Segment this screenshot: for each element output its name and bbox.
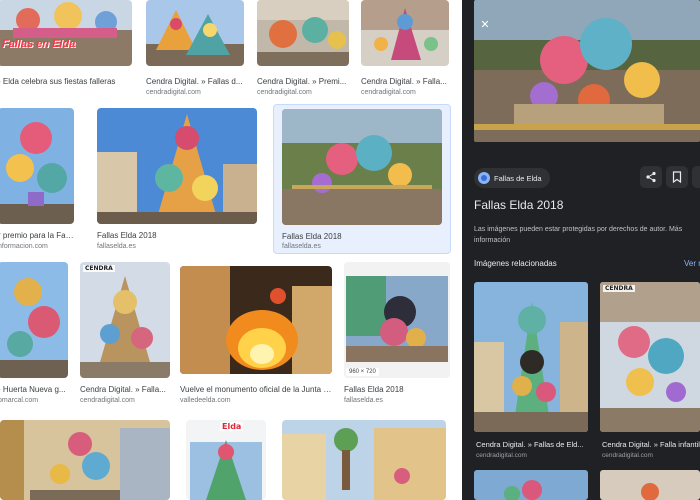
see-more-link[interactable]: Ver m — [684, 259, 700, 268]
image-search-page: Fallas en Elda - Elda celebra sus fiesta… — [0, 0, 700, 500]
result-caption[interactable]: Fallas Elda 2018 — [282, 231, 450, 242]
result-thumbnail[interactable] — [146, 0, 244, 66]
result-thumbnail[interactable] — [257, 0, 349, 66]
result-thumbnail[interactable] — [97, 108, 257, 224]
result-card-selected[interactable]: Fallas Elda 2018 fallaselda.es — [273, 104, 451, 254]
site-favicon-icon — [478, 172, 490, 184]
result-caption[interactable]: Cendra Digital. » Fallas d... — [146, 76, 244, 87]
source-site-chip[interactable]: Fallas de Elda — [474, 168, 550, 188]
image-size-badge: 960 × 720 — [346, 368, 379, 376]
more-options-icon[interactable] — [692, 166, 700, 188]
related-image-card[interactable] — [474, 470, 588, 500]
result-thumbnail[interactable] — [282, 109, 442, 225]
result-thumbnail[interactable] — [0, 108, 74, 224]
preview-image[interactable] — [474, 0, 700, 142]
result-card[interactable]: CENDRA Cendra Digital. » Falla... cendra… — [80, 262, 170, 404]
result-caption[interactable]: Vuelve el monumento oficial de la Junta … — [180, 384, 332, 395]
results-grid: Fallas en Elda - Elda celebra sus fiesta… — [0, 0, 462, 500]
result-card[interactable] — [0, 420, 170, 500]
result-caption[interactable]: Cendra Digital. » Falla... — [361, 76, 449, 87]
related-thumbnail[interactable] — [600, 470, 700, 500]
result-source[interactable]: valledeelda.com — [180, 396, 332, 406]
related-image-card[interactable]: Cendra Digital. » Fallas de Eld... cendr… — [474, 282, 588, 462]
preview-title[interactable]: Fallas Elda 2018 — [474, 198, 563, 212]
result-card[interactable]: Fallas Elda 2018 fallaselda.es — [97, 108, 257, 250]
result-card[interactable]: Fallas en Elda - Elda celebra sus fiesta… — [0, 0, 132, 98]
related-source[interactable]: cendradigital.com — [602, 452, 653, 459]
overlay-brand: Elda — [220, 422, 244, 431]
result-card[interactable]: Vuelve el monumento oficial de la Junta … — [180, 266, 332, 408]
result-source[interactable]: fallaselda.es — [282, 242, 450, 252]
result-source[interactable]: cendradigital.com — [146, 88, 244, 98]
result-source[interactable]: cendradigital.com — [257, 88, 349, 98]
result-card[interactable]: - Huerta Nueva g... omarcal.com — [0, 262, 68, 404]
result-caption[interactable]: Cendra Digital. » Falla... — [80, 384, 170, 395]
source-site-name: Fallas de Elda — [494, 173, 542, 183]
result-card[interactable]: r premio para la Fall... nformacion.com — [0, 108, 74, 250]
result-card[interactable]: Elda — [186, 420, 266, 500]
related-source[interactable]: cendradigital.com — [476, 452, 527, 459]
related-image-card[interactable] — [600, 470, 700, 500]
close-icon[interactable]: ✕ — [478, 18, 492, 32]
share-icon[interactable] — [640, 166, 662, 188]
result-card[interactable] — [282, 420, 446, 500]
result-caption[interactable]: Cendra Digital. » Premi... — [257, 76, 349, 87]
result-thumbnail[interactable]: Fallas en Elda — [0, 0, 132, 66]
result-source[interactable]: fallaselda.es — [344, 396, 450, 404]
related-caption[interactable]: Cendra Digital. » Falla infantil — [602, 440, 700, 449]
result-source[interactable]: cendradigital.com — [361, 88, 449, 98]
result-thumbnail[interactable]: Elda — [186, 420, 266, 500]
result-source[interactable]: cendradigital.com — [80, 396, 170, 404]
result-source[interactable]: omarcal.com — [0, 396, 68, 404]
overlay-title: Fallas en Elda — [2, 38, 76, 50]
related-thumbnail[interactable] — [474, 470, 588, 500]
bookmark-icon[interactable] — [666, 166, 688, 188]
related-image-card[interactable]: CENDRA Cendra Digital. » Falla infantil … — [600, 282, 700, 462]
result-caption[interactable]: - Elda celebra sus fiestas falleras — [0, 76, 132, 87]
result-caption[interactable]: Fallas Elda 2018 — [344, 384, 450, 395]
copyright-note: Las imágenes pueden estar protegidas por… — [474, 226, 683, 244]
related-images-heading: Imágenes relacionadas — [474, 259, 557, 268]
result-thumbnail[interactable] — [361, 0, 449, 66]
result-source[interactable]: fallaselda.es — [97, 242, 257, 250]
related-caption[interactable]: Cendra Digital. » Fallas de Eld... — [476, 440, 584, 449]
watermark-tag: CENDRA — [603, 285, 635, 292]
result-caption[interactable]: Fallas Elda 2018 — [97, 230, 257, 241]
related-thumbnail[interactable]: CENDRA — [600, 282, 700, 432]
result-thumbnail[interactable] — [282, 420, 446, 500]
related-thumbnail[interactable] — [474, 282, 588, 432]
image-preview-panel: ✕ Fallas de Elda Fallas Elda 2018 Las im… — [462, 0, 700, 500]
result-thumbnail[interactable] — [0, 420, 170, 500]
result-thumbnail[interactable] — [180, 266, 332, 374]
watermark-tag: CENDRA — [83, 265, 115, 272]
result-thumbnail[interactable]: 960 × 720 — [344, 262, 450, 378]
result-thumbnail[interactable] — [0, 262, 68, 378]
result-card[interactable]: Cendra Digital. » Falla... cendradigital… — [361, 0, 449, 98]
result-card[interactable]: Cendra Digital. » Premi... cendradigital… — [257, 0, 349, 98]
result-caption[interactable]: r premio para la Fall... — [0, 230, 74, 241]
result-source[interactable]: nformacion.com — [0, 242, 74, 250]
result-thumbnail[interactable]: CENDRA — [80, 262, 170, 378]
result-card[interactable]: Cendra Digital. » Fallas d... cendradigi… — [146, 0, 244, 98]
result-caption[interactable]: - Huerta Nueva g... — [0, 384, 68, 395]
result-card[interactable]: 960 × 720 Fallas Elda 2018 fallaselda.es — [344, 262, 450, 404]
